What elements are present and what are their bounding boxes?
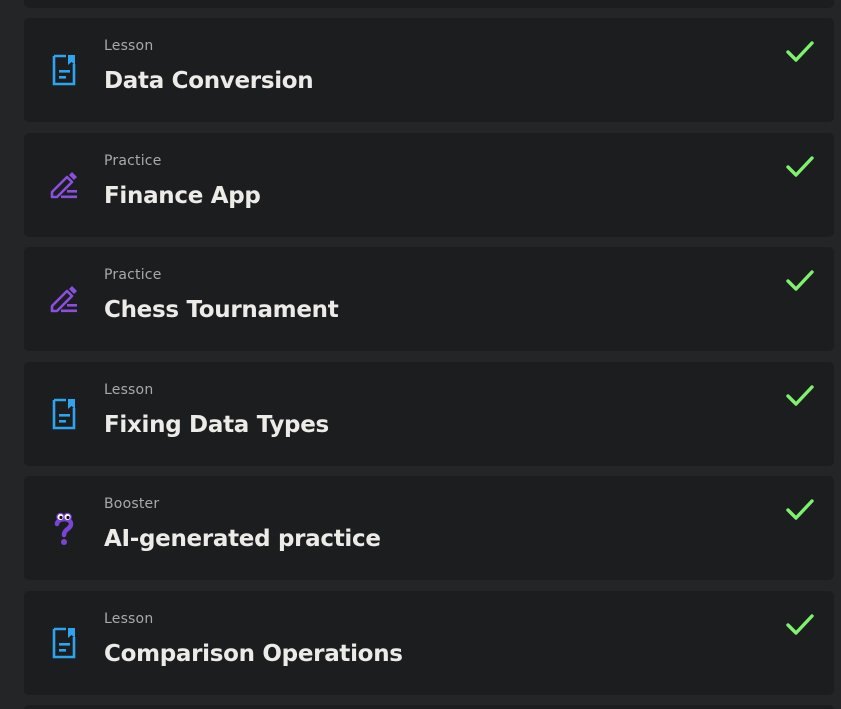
list-item-ai-generated-practice[interactable]: Booster AI-generated practice [24, 476, 834, 580]
item-kind: Lesson [104, 611, 154, 627]
item-title: Data Conversion [104, 68, 314, 94]
lesson-icon [48, 52, 80, 88]
check-icon [786, 614, 814, 635]
list-item-finance-app[interactable]: Practice Finance App [24, 133, 834, 237]
check-icon [786, 385, 814, 406]
check-icon [786, 41, 814, 62]
list-item-data-conversion[interactable]: Lesson Data Conversion [24, 18, 834, 122]
item-kind: Lesson [104, 38, 154, 54]
lesson-icon [48, 396, 80, 432]
item-kind: Booster [104, 496, 160, 512]
question-mark-icon [48, 510, 80, 546]
lesson-icon [48, 625, 80, 661]
item-title: AI-generated practice [104, 526, 381, 552]
item-kind: Practice [104, 153, 162, 169]
lesson-list: Lesson Data Conversion Practice Finance … [0, 0, 841, 709]
item-title: Finance App [104, 183, 261, 209]
list-item-partial-top[interactable] [24, 0, 834, 8]
item-kind: Lesson [104, 382, 154, 398]
pencil-icon [48, 281, 80, 317]
list-item-chess-tournament[interactable]: Practice Chess Tournament [24, 247, 834, 351]
check-icon [786, 499, 814, 520]
check-icon [786, 156, 814, 177]
item-title: Comparison Operations [104, 641, 403, 667]
list-item-partial-bottom[interactable] [24, 705, 834, 709]
list-item-fixing-data-types[interactable]: Lesson Fixing Data Types [24, 362, 834, 466]
item-kind: Practice [104, 267, 162, 283]
item-title: Fixing Data Types [104, 412, 329, 438]
pencil-icon [48, 167, 80, 203]
check-icon [786, 270, 814, 291]
list-item-comparison-operations[interactable]: Lesson Comparison Operations [24, 591, 834, 695]
item-title: Chess Tournament [104, 297, 339, 323]
